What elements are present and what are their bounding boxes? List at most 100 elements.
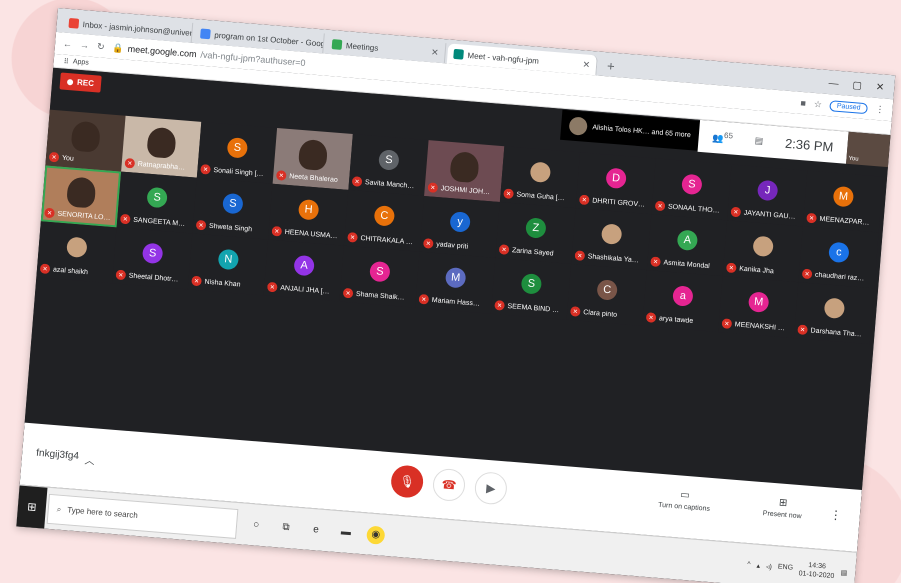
participant-tile[interactable]: ✕ Soma Guha […	[499, 146, 581, 209]
leave-call-button[interactable]: ☎	[431, 467, 467, 503]
participant-avatar: A	[293, 254, 315, 277]
captions-button[interactable]: ▭ Turn on captions	[658, 488, 711, 512]
participant-video-feed	[449, 151, 480, 184]
close-window-icon[interactable]: ✕	[875, 82, 884, 94]
windows-start-icon[interactable]: ⊞	[16, 484, 48, 530]
file-explorer-icon[interactable]: ▬	[336, 523, 355, 542]
tab-title: Meetings	[345, 40, 379, 53]
chevron-up-icon: ︿	[84, 455, 96, 467]
camera-icon[interactable]: ■	[800, 98, 806, 108]
participant-tile[interactable]: H ✕ HEENA USMA…	[268, 183, 349, 246]
maximize-icon[interactable]: ▢	[852, 80, 862, 92]
star-icon[interactable]: ☆	[813, 98, 823, 110]
participant-tile[interactable]: Z ✕ Zarina Sayed	[495, 202, 576, 264]
participant-tile[interactable]: J ✕ JAYANTI GAU…	[727, 164, 808, 227]
participant-name-row: ✕ SONAAL THO…	[654, 200, 727, 217]
participant-tile[interactable]: c ✕ chaudhari raz…	[798, 226, 879, 289]
participant-tile[interactable]: ✕ SENORITA LO…	[40, 165, 122, 228]
participant-tile[interactable]: S ✕ Shweta Singh	[192, 177, 273, 240]
participant-tile[interactable]: ✕ Darshana Tha…	[793, 282, 875, 345]
participant-tile[interactable]: S ✕ Shama Shaik…	[339, 245, 420, 308]
participant-name: Darshana Tha…	[810, 326, 862, 338]
participant-name: Zarina Sayed	[511, 246, 554, 258]
participant-name-row: ✕ Sonali Singh […	[200, 163, 272, 180]
participant-name: JOSHMI JOH…	[440, 184, 491, 196]
minimize-icon[interactable]: —	[828, 78, 839, 90]
present-now-button[interactable]: ⊞ Present now	[763, 496, 803, 520]
meeting-code: fnkgij3fg4	[35, 447, 80, 462]
participant-tile[interactable]: ✕ You	[45, 109, 126, 172]
muted-mic-icon: ✕	[650, 256, 661, 268]
participant-avatar: C	[373, 205, 396, 227]
participant-name: SANGEETA M…	[132, 216, 186, 228]
new-tab-icon[interactable]: +	[598, 58, 623, 78]
participant-name-row: ✕ Ratnaprabha…	[124, 157, 196, 174]
participant-avatar: Z	[525, 217, 547, 239]
participant-tile[interactable]: M ✕ MEENAZPAR…	[802, 170, 884, 233]
participant-tile[interactable]: ✕ JOSHMI JOH…	[424, 140, 505, 203]
muted-mic-icon: ✕	[347, 231, 358, 243]
participant-tile[interactable]: M ✕ MEENAKSHI …	[718, 276, 799, 339]
participant-video-feed	[70, 120, 101, 153]
participant-tile[interactable]: ✕ Neeta Bhalerao	[272, 127, 353, 190]
participant-tile[interactable]: S ✕ Sonali Singh […	[196, 121, 278, 184]
participant-tile[interactable]: A ✕ Asmita Mondal	[646, 214, 728, 277]
reload-icon[interactable]: ↻	[97, 41, 105, 53]
network-icon[interactable]: ▴	[756, 561, 760, 569]
participant-tile[interactable]: S ✕ SANGEETA M…	[116, 171, 197, 234]
close-tab-icon[interactable]: ✕	[582, 59, 590, 71]
volume-icon[interactable]: ◃)	[766, 562, 772, 570]
participant-tile[interactable]: ✕ azal shaikh	[36, 221, 117, 284]
camera-toggle-button[interactable]: ▶	[473, 471, 509, 506]
language-indicator[interactable]: ENG	[778, 564, 794, 572]
profile-paused-button[interactable]: Paused	[829, 99, 869, 114]
participant-avatar: J	[756, 179, 779, 202]
participant-tile[interactable]: D ✕ DHRITI GROV…	[575, 152, 656, 215]
participant-tile[interactable]: y ✕ yadav priti	[419, 195, 500, 258]
mic-toggle-button[interactable]: 🎙	[389, 464, 425, 499]
forward-icon[interactable]: →	[80, 40, 90, 51]
apps-grid-icon[interactable]: ⠿	[63, 57, 69, 65]
participant-tile[interactable]: S ✕ SONAAL THO…	[651, 158, 732, 221]
participant-tile[interactable]: C ✕ CHITRAKALA …	[343, 189, 425, 252]
participant-name-row: ✕ SEEMA BIND …	[494, 299, 566, 316]
participant-tile[interactable]: C ✕ Clara pinto	[566, 263, 647, 326]
taskbar-clock[interactable]: 14:36 01-10-2020	[798, 560, 835, 581]
participant-name-row: ✕ Darshana Tha…	[797, 324, 869, 340]
notifications-icon[interactable]: ▤	[840, 568, 847, 577]
meeting-details[interactable]: fnkgij3fg4 ︿	[36, 447, 96, 467]
close-tab-icon[interactable]: ✕	[431, 47, 439, 59]
participant-tile[interactable]: A ✕ ANJALI JHA […	[263, 239, 344, 302]
participant-avatar: a	[672, 285, 694, 307]
participant-tile[interactable]: ✕ Kanika Jha	[722, 220, 803, 283]
participant-name-row: ✕ arya tawde	[645, 312, 718, 328]
participant-name-row: ✕ SENORITA LO…	[44, 207, 116, 224]
cortana-icon[interactable]: ○	[246, 515, 265, 534]
people-button[interactable]: 👥65	[712, 130, 733, 146]
participant-tile[interactable]: S ✕ SEEMA BIND …	[490, 257, 572, 320]
muted-mic-icon: ✕	[342, 287, 354, 299]
participant-tile[interactable]: M ✕ Mariam Hass…	[415, 251, 496, 314]
participant-tile[interactable]: ✕ Ratnaprabha…	[121, 115, 202, 178]
apps-bookmark[interactable]: Apps	[73, 58, 89, 66]
participant-name-row: ✕ Neeta Bhalerao	[275, 170, 348, 186]
participant-name: Sonali Singh […	[213, 166, 264, 178]
participant-tile[interactable]: N ✕ Nisha Khan	[187, 233, 269, 296]
participant-tile[interactable]: S ✕ Sheetal Dhotr…	[112, 227, 193, 290]
self-view-thumbnail[interactable]: You	[846, 131, 891, 168]
participant-tile[interactable]: a ✕ arya tawde	[642, 270, 723, 332]
participant-photo-avatar	[600, 223, 623, 245]
chrome-icon[interactable]: ◉	[366, 524, 386, 545]
chat-icon[interactable]: ▤	[754, 135, 763, 147]
participant-tile[interactable]: S ✕ Savita Manch…	[348, 134, 429, 196]
more-options-icon[interactable]: ⋮	[829, 508, 842, 523]
muted-mic-icon: ✕	[427, 182, 439, 194]
participant-name: chaudhari raz…	[814, 271, 865, 283]
tray-chevron-icon[interactable]: ^	[747, 561, 751, 568]
edge-icon[interactable]: e	[306, 520, 325, 539]
task-view-icon[interactable]: ⧉	[276, 518, 295, 537]
participant-name-row: ✕ chaudhari raz…	[801, 268, 874, 285]
back-icon[interactable]: ←	[63, 39, 73, 50]
menu-dots-icon[interactable]: ⋮	[875, 103, 885, 115]
participant-tile[interactable]: ✕ Shashikala Ya…	[571, 208, 652, 271]
